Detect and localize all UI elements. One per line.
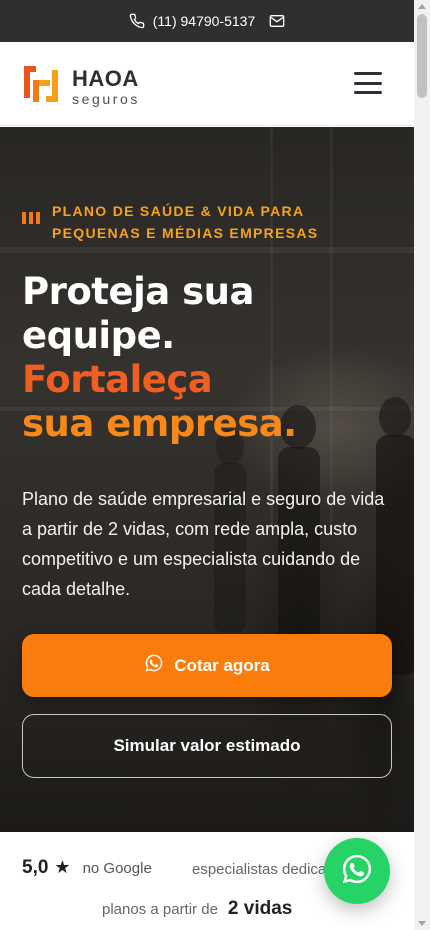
quote-now-button[interactable]: Cotar agora [22,634,392,697]
whatsapp-icon [340,852,374,891]
logo[interactable]: HAOA seguros [22,62,140,111]
scroll-up-arrow-icon[interactable] [418,4,426,9]
hero-headline: Proteja sua equipe. Fortaleça sua empres… [22,270,297,446]
simulate-estimate-button[interactable]: Simular valor estimado [22,714,392,778]
headline-line-2: equipe. [22,314,175,357]
hero-kicker: PLANO DE SAÚDE & VIDA PARA PEQUENAS E MÉ… [22,200,362,244]
kicker-text: PLANO DE SAÚDE & VIDA PARA PEQUENAS E MÉ… [52,203,319,241]
simulate-estimate-label: Simular valor estimado [113,736,301,755]
hero-description: Plano de saúde empresarial e seguro de v… [22,489,385,599]
whatsapp-icon [144,653,164,678]
phone-number[interactable]: (11) 94790-5137 [153,13,255,29]
page-scrollbar[interactable] [414,0,430,930]
scrollbar-thumb[interactable] [417,14,427,98]
rating-source: no Google [82,860,152,877]
quote-now-label: Cotar agora [174,655,270,675]
star-icon: ★ [54,857,71,877]
top-contact-bar: (11) 94790-5137 [0,0,414,42]
site-header: HAOA seguros [0,42,414,126]
mail-icon[interactable] [269,14,285,28]
plans-stat: planos a partir de 2 vidas [102,898,292,920]
logo-name: HAOA [72,65,139,91]
phone-icon [129,13,145,29]
headline-line-3: Fortaleça [22,358,213,401]
headline-line-1: Proteja sua [22,270,254,313]
phone-link[interactable]: (11) 94790-5137 [129,13,255,29]
rating-value: 5,0 [22,857,49,878]
scroll-down-arrow-icon[interactable] [418,921,426,926]
hamburger-icon[interactable] [354,72,382,94]
google-rating: 5,0 ★ no Google [22,857,152,879]
plans-label: planos a partir de [102,901,218,918]
specialists-label: especialistas dedicados [192,861,342,878]
whatsapp-float-button[interactable] [324,838,390,904]
hero-section: PLANO DE SAÚDE & VIDA PARA PEQUENAS E MÉ… [0,127,414,832]
logo-subtitle: seguros [72,90,141,107]
plans-value: 2 vidas [227,898,293,919]
logo-mark-icon [22,62,62,111]
kicker-bars-icon [22,212,40,224]
headline-line-4: sua empresa. [22,402,297,445]
